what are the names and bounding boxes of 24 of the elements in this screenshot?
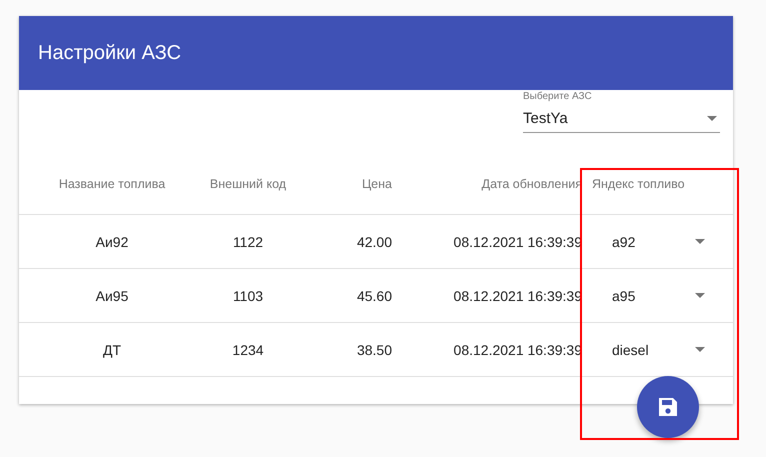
table-cell-text: ДТ xyxy=(102,342,122,358)
caret-icon xyxy=(695,293,705,298)
save-button[interactable] xyxy=(637,376,699,438)
table-cell-text: 45.60 xyxy=(356,288,392,304)
table-cell-text: 1122 xyxy=(232,234,264,250)
column-header: Цена xyxy=(360,177,392,191)
station-select[interactable]: Выберите АЗС TestYa xyxy=(523,90,720,154)
caret-icon xyxy=(695,347,705,352)
table-cell-text: 42.00 xyxy=(356,234,392,250)
column-header: Дата обновления xyxy=(480,177,582,191)
column-header: Внешний код xyxy=(208,177,288,191)
table-cell-text: 38.50 xyxy=(356,342,392,358)
fuel-select[interactable]: diesel xyxy=(612,342,708,358)
column-header: Название топлива xyxy=(58,177,166,191)
caret-icon xyxy=(695,239,705,244)
fuel-select[interactable]: a95 xyxy=(612,288,708,304)
table-cell-text: Аи95 xyxy=(94,288,130,304)
column-header: Яндекс топливо xyxy=(591,177,686,191)
card-title: Настройки АЗС xyxy=(38,42,182,64)
table-cell-text: 1103 xyxy=(232,288,264,304)
fuel-select[interactable]: a92 xyxy=(612,234,708,250)
caret-icon xyxy=(707,116,717,121)
table-cell-text: 1234 xyxy=(231,342,265,358)
table-cell-text: Аи92 xyxy=(94,234,130,250)
